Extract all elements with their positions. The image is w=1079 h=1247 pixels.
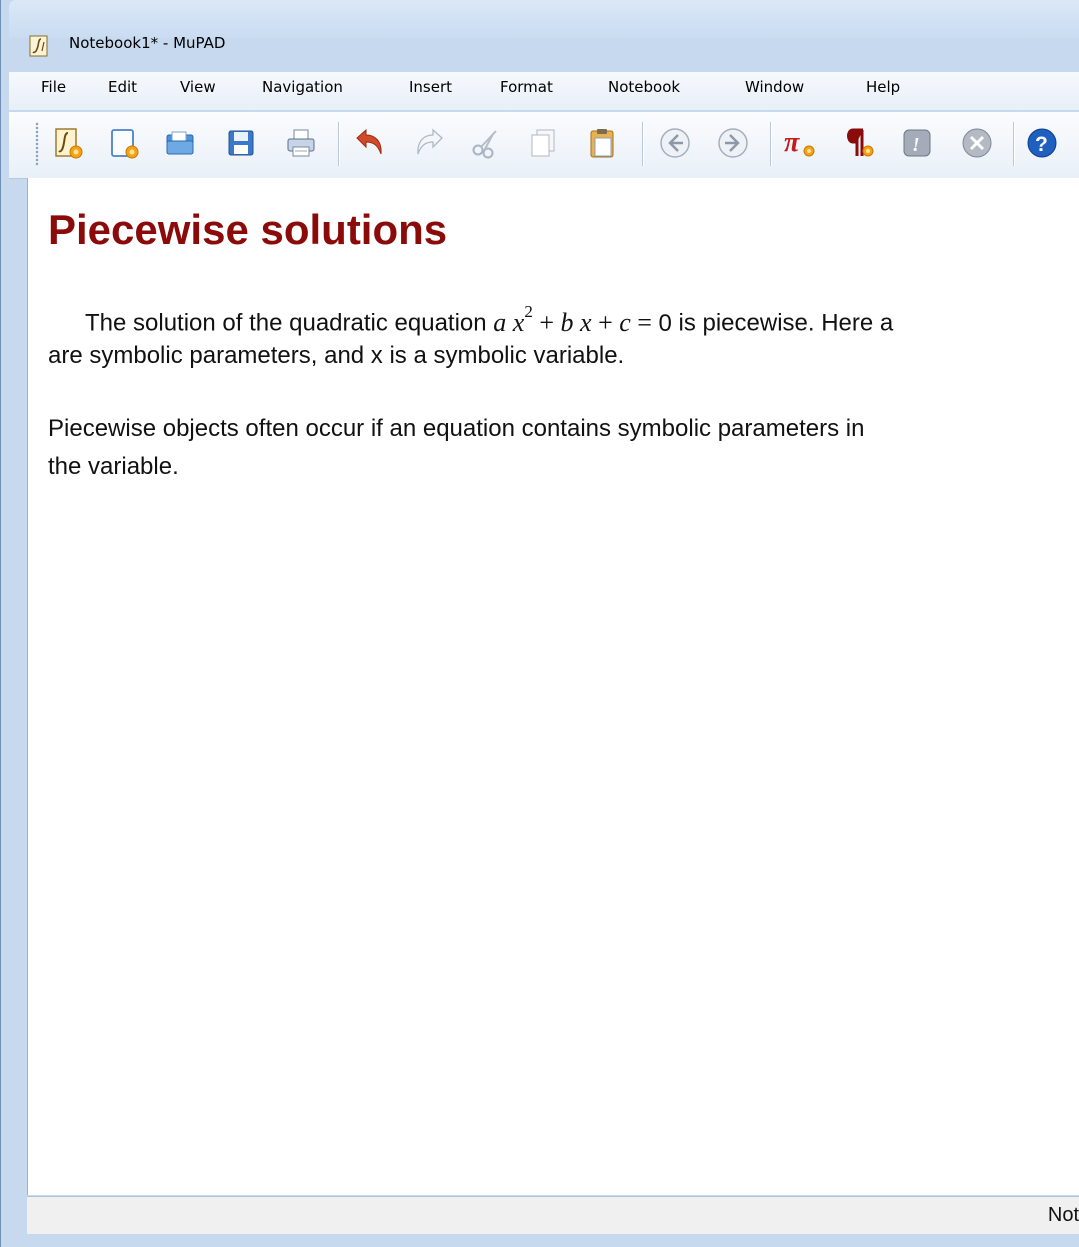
stop-button[interactable] — [958, 124, 996, 162]
paragraph-1-text-before: The solution of the quadratic equation — [85, 309, 487, 337]
window-title: Notebook1* - MuPAD — [69, 34, 226, 52]
status-bar — [27, 1196, 1079, 1235]
forward-icon — [718, 128, 748, 158]
new-editor-icon — [111, 129, 139, 159]
redo-icon — [417, 128, 443, 155]
help-button[interactable]: ? — [1023, 124, 1061, 162]
paragraph-2-line-2: the variable. — [48, 453, 179, 480]
eq-exponent: 2 — [524, 302, 533, 321]
toolbar-separator — [338, 122, 339, 166]
open-icon — [166, 131, 194, 155]
quadratic-equation: a x2 + b x + c = 0 — [493, 302, 672, 337]
svg-text:π: π — [784, 127, 800, 158]
back-button[interactable] — [656, 124, 694, 162]
paragraph-1-text-after: is piecewise. Here a — [671, 309, 894, 337]
paste-button[interactable] — [584, 124, 622, 162]
insert-calculation-icon: π — [784, 127, 815, 158]
eq-plus: + — [532, 307, 561, 337]
new-notebook-icon — [55, 128, 83, 159]
menu-format[interactable]: Format — [500, 78, 553, 96]
back-icon — [660, 128, 690, 158]
eq-x-linear: x — [580, 307, 592, 337]
title-bar[interactable] — [9, 0, 1079, 38]
redo-button[interactable] — [410, 124, 448, 162]
undo-icon — [356, 128, 382, 155]
section-heading: Piecewise solutions — [48, 206, 448, 253]
copy-icon — [531, 129, 555, 157]
menu-insert[interactable]: Insert — [409, 78, 452, 96]
paragraph-2-line-1: Piecewise objects often occur if an equa… — [48, 415, 865, 442]
evaluate-icon: ! — [903, 129, 931, 157]
stop-icon — [962, 128, 992, 158]
menu-file[interactable]: File — [41, 78, 66, 96]
eq-equals: = — [630, 307, 659, 337]
toolbar-grip[interactable] — [35, 122, 39, 166]
toolbar-separator — [642, 122, 643, 166]
eq-b: b — [560, 307, 574, 337]
copy-button[interactable] — [524, 124, 562, 162]
mupad-window: Notebook1* - MuPAD File Edit View Naviga… — [0, 0, 1079, 1247]
svg-text:?: ? — [1035, 133, 1048, 156]
toolbar-separator — [770, 122, 771, 166]
eq-a: a — [493, 307, 507, 337]
cut-button[interactable] — [467, 124, 505, 162]
menu-edit[interactable]: Edit — [108, 78, 137, 96]
window-frame-bottom — [1, 1234, 1079, 1247]
insert-calculation-button[interactable]: π — [781, 124, 819, 162]
undo-button[interactable] — [351, 124, 389, 162]
open-button[interactable] — [161, 124, 199, 162]
eq-zero: 0 — [658, 309, 672, 337]
eq-c: c — [619, 307, 631, 337]
mupad-app-icon — [29, 35, 48, 57]
help-icon: ? — [1027, 128, 1057, 158]
status-text: Not — [1047, 1204, 1079, 1226]
evaluate-button[interactable]: ! — [898, 124, 936, 162]
new-editor-button[interactable] — [105, 124, 143, 162]
menu-navigation[interactable]: Navigation — [262, 78, 343, 96]
svg-text:!: ! — [912, 134, 920, 156]
insert-text-button[interactable] — [839, 124, 877, 162]
menu-help[interactable]: Help — [866, 78, 900, 96]
save-button[interactable] — [222, 124, 260, 162]
forward-button[interactable] — [714, 124, 752, 162]
menu-window[interactable]: Window — [745, 78, 804, 96]
print-button[interactable] — [282, 124, 320, 162]
menu-view[interactable]: View — [180, 78, 216, 96]
paste-icon — [590, 129, 614, 158]
print-icon — [287, 129, 315, 157]
menu-notebook[interactable]: Notebook — [608, 78, 680, 96]
cut-icon — [472, 130, 497, 159]
insert-text-paragraph-icon — [847, 128, 874, 157]
eq-plus: + — [591, 307, 620, 337]
new-notebook-button[interactable] — [49, 124, 87, 162]
toolbar-separator — [1013, 122, 1014, 166]
paragraph-1-line-2: are symbolic parameters, and x is a symb… — [48, 342, 625, 369]
save-icon — [228, 130, 254, 156]
paragraph-1-line-1: The solution of the quadratic equation a… — [48, 298, 893, 342]
eq-x: x — [512, 307, 525, 337]
